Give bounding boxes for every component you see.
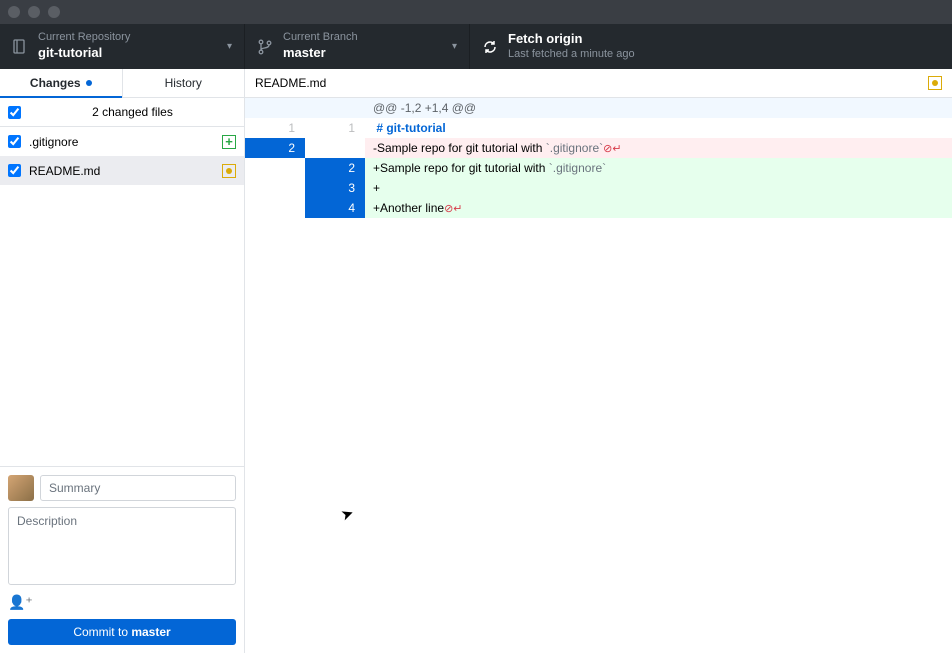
branch-selector[interactable]: Current Branch master ▾ — [245, 24, 470, 69]
repo-name: git-tutorial — [38, 45, 219, 62]
diff-filename: README.md — [255, 76, 928, 90]
chevron-down-icon: ▾ — [452, 41, 457, 52]
minimize-window-icon[interactable] — [28, 6, 40, 18]
tab-changes[interactable]: Changes — [0, 69, 122, 97]
avatar — [8, 475, 34, 501]
diff-hunk-header: @@ -1,2 +1,4 @@ — [245, 98, 952, 118]
file-status-icon: + — [222, 135, 236, 149]
close-window-icon[interactable] — [8, 6, 20, 18]
maximize-window-icon[interactable] — [48, 6, 60, 18]
diff-header: README.md — [245, 69, 952, 98]
commit-form: 👤⁺ Commit to master — [0, 466, 244, 653]
file-modified-icon — [928, 76, 942, 90]
window-titlebar — [0, 0, 952, 24]
file-item[interactable]: .gitignore+ — [0, 127, 244, 156]
changes-header: 2 changed files — [0, 98, 244, 127]
commit-button[interactable]: Commit to master — [8, 619, 236, 645]
repository-selector[interactable]: Current Repository git-tutorial ▾ — [0, 24, 245, 69]
chevron-down-icon: ▾ — [227, 41, 232, 52]
fetch-label: Fetch origin — [508, 31, 635, 48]
changes-count: 2 changed files — [29, 105, 236, 119]
description-input[interactable] — [8, 507, 236, 585]
file-checkbox[interactable] — [8, 135, 21, 148]
file-item[interactable]: README.md — [0, 156, 244, 185]
diff-line[interactable]: 2-Sample repo for git tutorial with `.gi… — [245, 138, 952, 158]
diff-content: @@ -1,2 +1,4 @@11 # git-tutorial2-Sample… — [245, 98, 952, 653]
sidebar: Changes History 2 changed files .gitigno… — [0, 69, 245, 653]
file-list: .gitignore+ README.md — [0, 127, 244, 466]
diff-line[interactable]: 11 # git-tutorial — [245, 118, 952, 138]
file-status-icon — [222, 164, 236, 178]
repo-label: Current Repository — [38, 31, 219, 44]
add-coauthor-button[interactable]: 👤⁺ — [8, 594, 236, 611]
changes-indicator-dot — [86, 80, 92, 86]
fetch-status: Last fetched a minute ago — [508, 48, 635, 61]
branch-label: Current Branch — [283, 31, 444, 44]
fetch-button[interactable]: Fetch origin Last fetched a minute ago — [470, 24, 647, 69]
select-all-checkbox[interactable] — [8, 106, 21, 119]
toolbar: Current Repository git-tutorial ▾ Curren… — [0, 24, 952, 69]
diff-line[interactable]: 3+ — [245, 178, 952, 198]
diff-line[interactable]: 4+Another line⊘↵ — [245, 198, 952, 218]
branch-name: master — [283, 45, 444, 62]
diff-view: README.md @@ -1,2 +1,4 @@11 # git-tutori… — [245, 69, 952, 653]
diff-line[interactable]: 2+Sample repo for git tutorial with `.gi… — [245, 158, 952, 178]
file-name: README.md — [29, 164, 222, 178]
tab-history[interactable]: History — [123, 69, 245, 97]
file-name: .gitignore — [29, 135, 222, 149]
file-checkbox[interactable] — [8, 164, 21, 177]
branch-icon — [257, 39, 273, 55]
sync-icon — [482, 39, 498, 55]
repo-icon — [12, 39, 28, 55]
summary-input[interactable] — [40, 475, 236, 501]
